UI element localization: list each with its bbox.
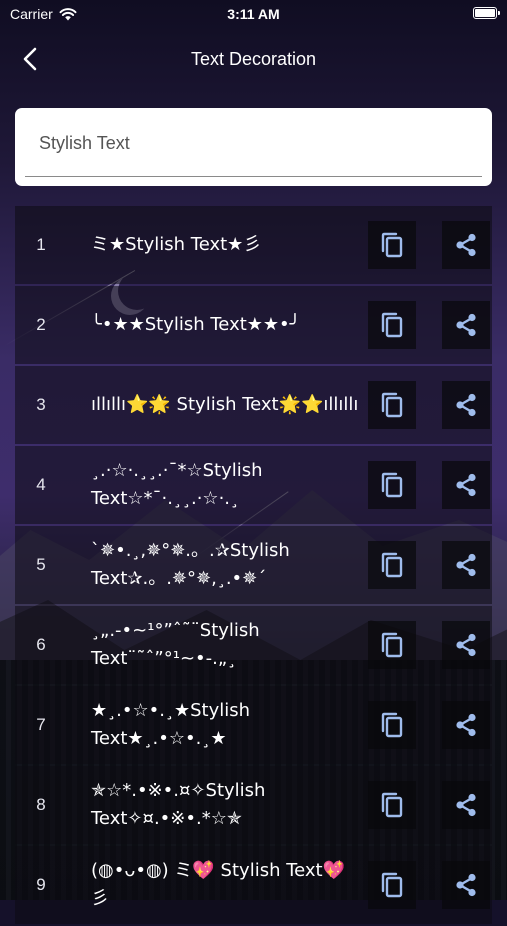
share-icon [456,873,476,897]
copy-button[interactable] [368,701,416,749]
share-button[interactable] [442,781,490,829]
copy-icon [381,472,403,498]
share-icon [456,313,476,337]
list-item: 8 ✯☆*.•※•.¤✧Stylish Text✧¤.•※•.*☆✯ [15,766,492,844]
item-number: 4 [36,475,46,494]
share-button[interactable] [442,701,490,749]
copy-button[interactable] [368,221,416,269]
stylish-text-input[interactable] [37,132,461,155]
copy-icon [381,792,403,818]
share-button[interactable] [442,621,490,669]
navigation-bar: Text Decoration [0,30,507,88]
list-item: 4 ¸.·☆·.¸¸.·¯*☆Stylish Text☆*¯·.¸¸.·☆·.¸ [15,446,492,524]
decorated-text: ¸.·☆·.¸¸.·¯*☆Stylish Text☆*¯·.¸¸.·☆·.¸ [91,460,269,509]
copy-icon [381,232,403,258]
item-number: 5 [36,555,46,574]
decorated-text: ıllıllı⭐🌟 Stylish Text🌟⭐ıllıllı [91,394,359,415]
copy-button[interactable] [368,381,416,429]
copy-icon [381,312,403,338]
item-number: 2 [36,315,46,334]
item-number: 1 [36,235,46,254]
share-icon [456,233,476,257]
share-icon [456,393,476,417]
share-button[interactable] [442,861,490,909]
share-button[interactable] [442,461,490,509]
copy-button[interactable] [368,861,416,909]
item-number: 6 [36,635,46,654]
copy-button[interactable] [368,301,416,349]
list-item: 1 ミ★Stylish Text★彡 [15,206,492,284]
copy-button[interactable] [368,621,416,669]
decoration-list: 1 ミ★Stylish Text★彡 2 ╰•★★Stylish Text★★•╯ 3 ı… [15,206,492,926]
copy-button[interactable] [368,781,416,829]
text-input-card [15,108,492,186]
share-icon [456,473,476,497]
copy-icon [381,392,403,418]
copy-icon [381,552,403,578]
copy-button[interactable] [368,541,416,589]
share-icon [456,633,476,657]
copy-icon [381,632,403,658]
share-button[interactable] [442,301,490,349]
item-number: 7 [36,715,46,734]
share-button[interactable] [442,541,490,589]
list-item: 9 (◍•ᴗ•◍) ミ💖 Stylish Text💖彡 [15,846,492,924]
list-item: 7 ★¸.•☆•.¸★Stylish Text★¸.•☆•.¸★ [15,686,492,764]
page-title: Text Decoration [190,49,317,69]
share-icon [456,713,476,737]
copy-button[interactable] [368,461,416,509]
input-underline [25,176,482,177]
decorated-text: ✯☆*.•※•.¤✧Stylish Text✧¤.•※•.*☆✯ [91,780,272,829]
list-item: 5 `✵•.¸,✵°✵.。.✰Stylish Text✰.。.✵°✵,¸.•✵´ [15,526,492,604]
decorated-text: `✵•.¸,✵°✵.。.✰Stylish Text✰.。.✵°✵,¸.•✵´ [91,540,296,589]
item-number: 3 [36,395,46,414]
share-button[interactable] [442,381,490,429]
item-number: 8 [36,795,46,814]
decorated-text: ミ★Stylish Text★彡 [91,234,262,255]
battery-icon [473,7,500,19]
list-item: 2 ╰•★★Stylish Text★★•╯ [15,286,492,364]
clock: 3:11 AM [227,6,280,22]
share-button[interactable] [442,221,490,269]
decorated-text: ╰•★★Stylish Text★★•╯ [91,314,301,335]
item-number: 9 [36,875,46,894]
decorated-text: (◍•ᴗ•◍) ミ💖 Stylish Text💖彡 [91,860,346,909]
share-icon [456,793,476,817]
decorated-text: ★¸.•☆•.¸★Stylish Text★¸.•☆•.¸★ [91,700,256,749]
copy-icon [381,712,403,738]
list-item: 3 ıllıllı⭐🌟 Stylish Text🌟⭐ıllıllı [15,366,492,444]
status-bar: Carrier 3:11 AM [0,0,507,30]
share-icon [456,553,476,577]
decorated-text: ¸„.-•~¹°”ˆ˜¨Stylish Text¨˜ˆ”°¹~•-.„¸ [91,620,266,669]
list-item: 6 ¸„.-•~¹°”ˆ˜¨Stylish Text¨˜ˆ”°¹~•-.„¸ [15,606,492,684]
copy-icon [381,872,403,898]
